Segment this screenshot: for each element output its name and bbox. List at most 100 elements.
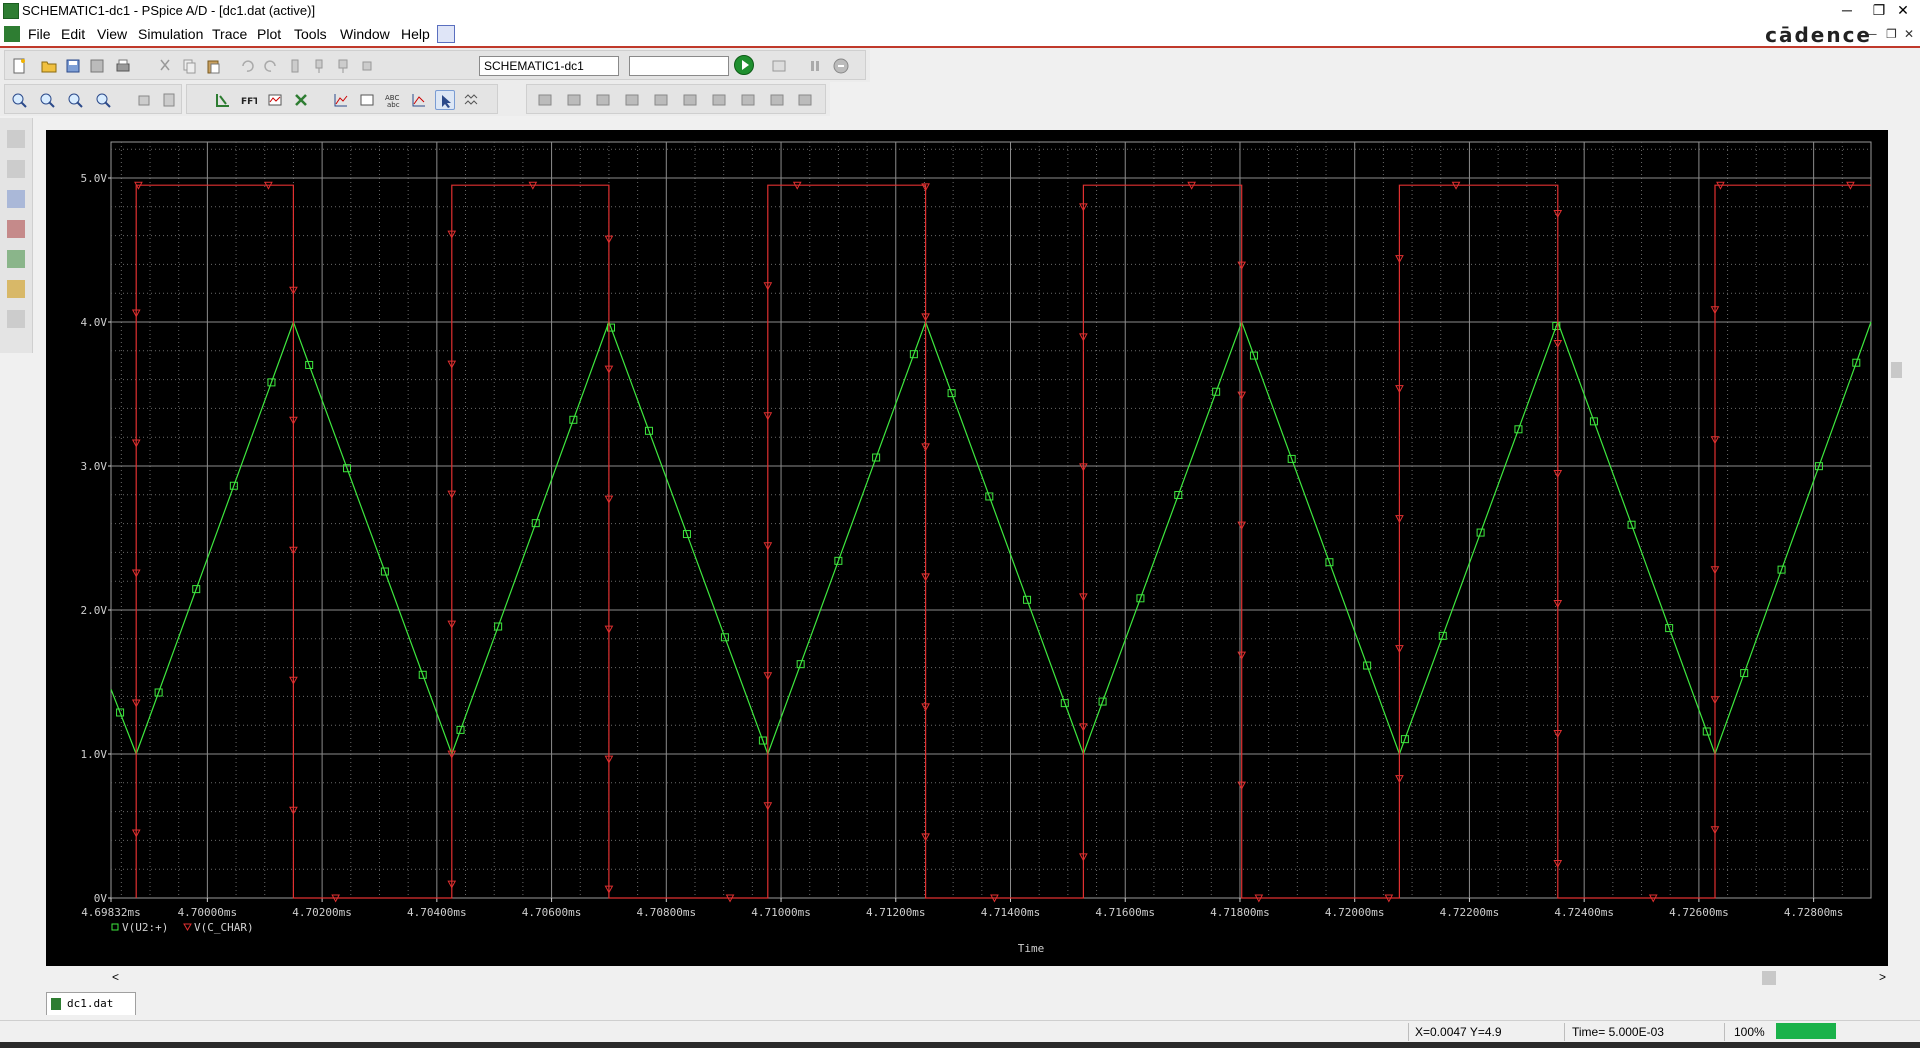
zoom-area-icon[interactable] xyxy=(65,90,85,110)
horizontal-scrollbar[interactable] xyxy=(108,970,1880,986)
probe-icon[interactable] xyxy=(285,56,305,76)
tab-dc1-dat[interactable]: dc1.dat ... xyxy=(46,992,136,1032)
plot-area-border xyxy=(110,141,1872,899)
legend-marker-1 xyxy=(183,923,192,931)
simulation-time: Time= 5.000E-03 xyxy=(1572,1025,1664,1039)
zoom-in-icon[interactable] xyxy=(9,90,29,110)
y-tick-label: 0V xyxy=(94,892,108,905)
x-tick-label: 4.72400ms xyxy=(1554,906,1614,919)
menu-window[interactable]: Window xyxy=(340,26,390,42)
view-simulation-results-icon[interactable] xyxy=(769,56,789,76)
add-plot-icon[interactable] xyxy=(331,90,351,110)
cursor-point-icon[interactable] xyxy=(680,90,700,110)
select-icon[interactable] xyxy=(435,90,455,110)
menu-view[interactable]: View xyxy=(97,26,127,42)
zoom-out-icon[interactable] xyxy=(37,90,57,110)
copy-plot-icon[interactable] xyxy=(135,90,155,110)
simulation-profile-combo[interactable]: SCHEMATIC1-dc1 xyxy=(479,56,619,76)
side-tool-4-icon[interactable] xyxy=(7,220,25,238)
menu-bar: File Edit View Simulation Trace Plot Too… xyxy=(0,22,1920,48)
doc-restore-button[interactable]: ❐ xyxy=(1886,27,1897,41)
menu-edit[interactable]: Edit xyxy=(61,26,85,42)
plot-window[interactable]: 0V 1.0V 2.0V 3.0V 4.0V 5.0V 4.69832ms 4.70000ms… xyxy=(46,130,1904,966)
cursor-max-icon[interactable] xyxy=(651,90,671,110)
x-tick-label: 4.70800ms xyxy=(637,906,697,919)
x-tick-label: 4.70400ms xyxy=(407,906,467,919)
mark-data-icon[interactable] xyxy=(461,90,481,110)
copy-icon[interactable] xyxy=(179,56,199,76)
current-marker-icon[interactable] xyxy=(333,56,353,76)
fft-icon[interactable]: FFT xyxy=(239,90,259,110)
close-button[interactable]: ✕ xyxy=(1880,0,1920,22)
waveform-plot[interactable]: 0V 1.0V 2.0V 3.0V 4.0V 5.0V 4.69832ms 4.70000ms… xyxy=(46,130,1904,966)
zoom-fit-icon[interactable] xyxy=(93,90,113,110)
cursor-search-icon[interactable] xyxy=(709,90,729,110)
delete-trace-icon[interactable] xyxy=(291,90,311,110)
cut-icon[interactable] xyxy=(155,56,175,76)
cursor-peak-icon[interactable] xyxy=(535,90,555,110)
new-icon[interactable] xyxy=(9,56,29,76)
document-tab-bar xyxy=(46,992,1904,1016)
scroll-left-arrow[interactable]: < xyxy=(112,970,119,984)
cursor-prev-transition-icon[interactable] xyxy=(767,90,787,110)
menu-help[interactable]: Help xyxy=(401,26,430,42)
pause-simulation-icon[interactable] xyxy=(805,56,825,76)
trace-toolbar: FFT ABC abc xyxy=(186,84,498,114)
side-tool-7-icon[interactable] xyxy=(7,310,25,328)
save-as-icon[interactable] xyxy=(63,56,83,76)
side-tool-2-icon[interactable] xyxy=(7,160,25,178)
side-tool-3-icon[interactable] xyxy=(7,190,25,208)
x-tick-label: 4.72600ms xyxy=(1669,906,1729,919)
x-tick-label: 4.72200ms xyxy=(1440,906,1500,919)
doc-close-button[interactable]: ✕ xyxy=(1904,27,1914,41)
side-tool-5-icon[interactable] xyxy=(7,250,25,268)
menu-simulation[interactable]: Simulation xyxy=(138,26,203,42)
open-icon[interactable] xyxy=(39,56,59,76)
pspice-app-icon xyxy=(3,3,19,19)
window-title: SCHEMATIC1-dc1 - PSpice A/D - [dc1.dat (… xyxy=(22,3,316,18)
cursor-next-transition-icon[interactable] xyxy=(738,90,758,110)
scroll-right-arrow[interactable]: > xyxy=(1879,970,1886,984)
cursor-toolbar xyxy=(526,84,826,114)
document-icon[interactable] xyxy=(4,26,20,42)
plot-window-icon[interactable] xyxy=(159,90,179,110)
stop-simulation-icon[interactable] xyxy=(831,56,851,76)
cursor-slope-icon[interactable] xyxy=(593,90,613,110)
marker-icon[interactable] xyxy=(309,56,329,76)
menu-tools[interactable]: Tools xyxy=(294,26,327,42)
undo-icon[interactable] xyxy=(237,56,257,76)
status-divider xyxy=(1408,1023,1409,1041)
cursor-trough-icon[interactable] xyxy=(564,90,584,110)
vertical-scrollbar-thumb[interactable] xyxy=(1891,362,1902,378)
x-tick-label: 4.69832ms xyxy=(81,906,141,919)
status-divider xyxy=(1564,1023,1565,1041)
performance-icon[interactable] xyxy=(265,90,285,110)
series-line-0 xyxy=(110,320,1872,756)
add-y-axis-icon[interactable] xyxy=(357,90,377,110)
help-context-icon[interactable] xyxy=(437,25,455,43)
cursor-min-icon[interactable] xyxy=(622,90,642,110)
label-point-icon[interactable] xyxy=(795,90,815,110)
x-tick-label: 4.70000ms xyxy=(178,906,238,919)
print-icon[interactable] xyxy=(113,56,133,76)
vertical-scrollbar[interactable] xyxy=(1888,130,1904,966)
x-tick-label: 4.71800ms xyxy=(1210,906,1270,919)
run-simulation-button[interactable] xyxy=(734,55,754,75)
save-icon[interactable] xyxy=(87,56,107,76)
toggle-cursor-icon[interactable] xyxy=(409,90,429,110)
menu-file[interactable]: File xyxy=(28,26,51,42)
menu-trace[interactable]: Trace xyxy=(212,26,247,42)
side-tool-1-icon[interactable] xyxy=(7,130,25,148)
y-tick-label: 4.0V xyxy=(81,316,108,329)
horizontal-scrollbar-thumb[interactable] xyxy=(1762,971,1776,985)
paste-icon[interactable] xyxy=(203,56,223,76)
text-label-icon[interactable]: ABC abc xyxy=(383,90,403,110)
x-tick-label: 4.71400ms xyxy=(981,906,1041,919)
menu-plot[interactable]: Plot xyxy=(257,26,281,42)
redo-icon[interactable] xyxy=(261,56,281,76)
doc-minimize-button[interactable]: ─ xyxy=(1868,27,1877,41)
secondary-combo[interactable] xyxy=(629,56,729,76)
power-marker-icon[interactable] xyxy=(357,56,377,76)
log-x-icon[interactable] xyxy=(213,90,233,110)
side-tool-6-icon[interactable] xyxy=(7,280,25,298)
